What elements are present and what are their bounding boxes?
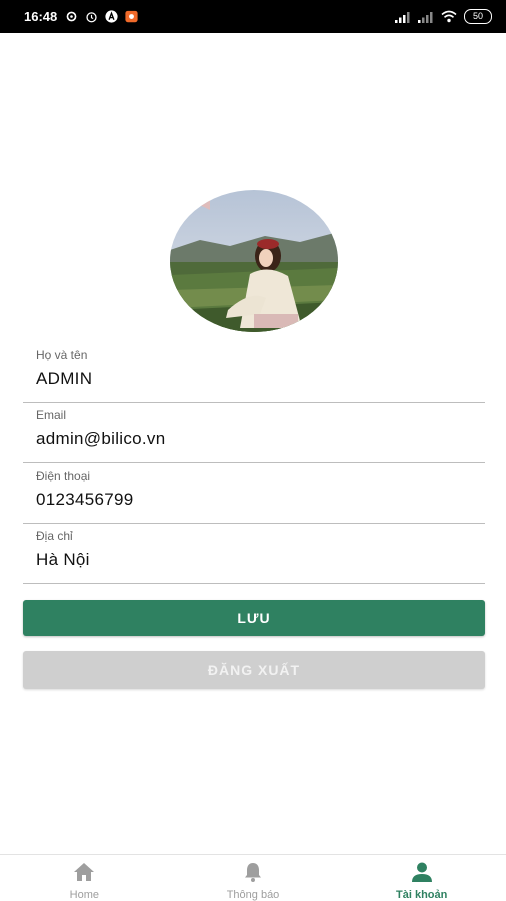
signal-2-icon [418, 11, 433, 23]
email-field[interactable]: Email admin@bilico.vn [23, 403, 485, 463]
name-value[interactable]: ADMIN [36, 369, 456, 389]
bell-icon [245, 863, 261, 882]
address-value[interactable]: Hà Nội [36, 550, 456, 570]
wifi-icon [441, 10, 457, 23]
name-field[interactable]: Họ và tên ADMIN [23, 343, 485, 403]
avatar[interactable] [170, 190, 338, 332]
address-label: Địa chỉ [36, 529, 73, 543]
alarm-icon [86, 12, 97, 23]
tab-home[interactable]: Home [0, 855, 169, 901]
status-right-icons: 50 [395, 9, 492, 24]
battery-indicator: 50 [464, 9, 492, 24]
name-label: Họ và tên [36, 348, 88, 362]
avatar-image [170, 190, 338, 332]
email-label: Email [36, 408, 67, 422]
tab-home-label: Home [69, 889, 99, 901]
tab-notifications-label: Thông báo [226, 889, 280, 901]
tab-account-label: Tài khoản [396, 889, 448, 901]
app-a-icon [105, 10, 118, 23]
settings-icon [66, 11, 77, 22]
save-button[interactable]: LƯU [23, 600, 485, 636]
address-field[interactable]: Địa chỉ Hà Nội [23, 524, 485, 584]
home-icon [74, 863, 95, 881]
tab-notifications[interactable]: Thông báo [169, 855, 338, 901]
phone-label: Điện thoại [36, 469, 91, 483]
notification-icons [65, 10, 138, 23]
phone-field[interactable]: Điện thoại 0123456799 [23, 464, 485, 524]
phone-value[interactable]: 0123456799 [36, 490, 456, 510]
email-value[interactable]: admin@bilico.vn [36, 429, 456, 449]
status-bar: 16:48 50 [0, 0, 506, 33]
signal-icon [395, 11, 410, 23]
bottom-tab-bar: Home Thông báo Tài khoản [0, 854, 506, 901]
user-icon [411, 862, 432, 882]
tab-account[interactable]: Tài khoản [337, 855, 506, 901]
app-orange-icon [125, 10, 138, 23]
logout-button[interactable]: ĐĂNG XUẤT [23, 651, 485, 689]
status-time: 16:48 [24, 9, 58, 24]
